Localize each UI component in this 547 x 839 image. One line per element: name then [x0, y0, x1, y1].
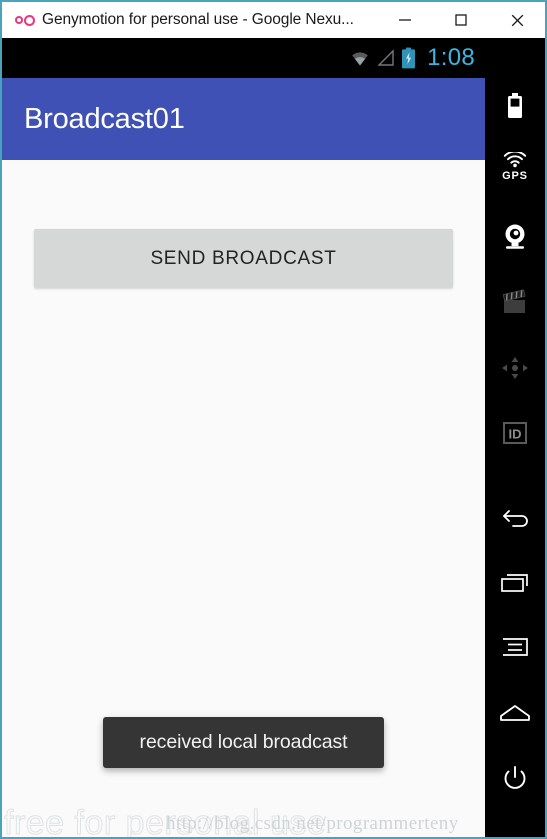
- power-icon: [504, 766, 526, 789]
- screen-recorder-button[interactable]: [485, 278, 545, 326]
- battery-charging-icon: [402, 47, 416, 69]
- app-action-bar: Broadcast01: [2, 78, 485, 160]
- genymotion-window: Genymotion for personal use - Google Nex…: [0, 0, 547, 839]
- maximize-button[interactable]: [433, 2, 489, 38]
- home-icon: [500, 705, 530, 721]
- identifiers-button[interactable]: ID: [485, 409, 545, 457]
- recents-icon: [501, 574, 528, 592]
- menu-button[interactable]: [485, 623, 545, 671]
- genymotion-watermark: free for personal use: [3, 804, 327, 839]
- menu-icon: [503, 638, 528, 656]
- device-toolbar: GPS ID: [485, 38, 545, 837]
- status-bar-clock: 1:08: [427, 44, 475, 71]
- send-broadcast-button[interactable]: SEND BROADCAST: [34, 229, 453, 288]
- svg-text:ID: ID: [509, 427, 522, 442]
- close-button[interactable]: [489, 2, 545, 38]
- window-title-bar: Genymotion for personal use - Google Nex…: [2, 2, 545, 38]
- back-arrow-icon: [503, 510, 528, 527]
- camera-widget-button[interactable]: [485, 213, 545, 261]
- genymotion-double-circle-logo-icon: [10, 14, 40, 26]
- app-content-area: SEND BROADCAST received local broadcast …: [2, 160, 485, 839]
- dpad-icon: [502, 357, 528, 379]
- android-status-bar: 1:08: [2, 38, 485, 78]
- toast-message: received local broadcast: [139, 731, 348, 753]
- gps-widget-button[interactable]: GPS: [485, 143, 545, 191]
- toast-notification: received local broadcast: [103, 717, 384, 768]
- minimize-icon: [399, 19, 411, 21]
- webcam-icon: [505, 224, 525, 249]
- gps-label: GPS: [502, 170, 528, 182]
- minimize-button[interactable]: [377, 2, 433, 38]
- dpad-button[interactable]: [485, 344, 545, 392]
- window-controls: [377, 2, 545, 38]
- device-area: 1:08 Broadcast01 SEND BROADCAST received…: [2, 38, 545, 839]
- power-button[interactable]: [485, 755, 545, 803]
- recents-button[interactable]: [485, 559, 545, 607]
- window-title: Genymotion for personal use - Google Nex…: [42, 11, 354, 28]
- back-button[interactable]: [485, 495, 545, 543]
- clapperboard-icon: [502, 289, 526, 313]
- gps-icon: [503, 152, 527, 168]
- wifi-icon: [352, 52, 368, 66]
- more-button[interactable]: [485, 818, 545, 837]
- cell-signal-icon: [377, 49, 394, 66]
- id-icon: ID: [503, 422, 527, 444]
- battery-icon: [508, 93, 522, 118]
- android-screen[interactable]: 1:08 Broadcast01 SEND BROADCAST received…: [2, 38, 485, 839]
- home-button[interactable]: [485, 690, 545, 738]
- app-title: Broadcast01: [24, 102, 185, 135]
- close-icon: [511, 14, 523, 26]
- battery-widget-button[interactable]: [485, 83, 545, 131]
- maximize-icon: [455, 14, 467, 26]
